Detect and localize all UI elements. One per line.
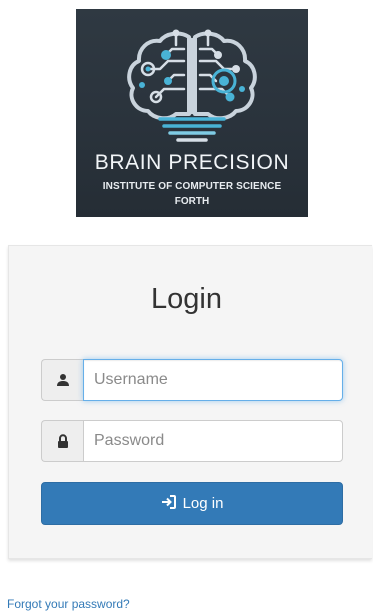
brain-circuit-icon bbox=[127, 29, 257, 142]
sign-in-icon bbox=[161, 494, 176, 513]
lock-icon bbox=[41, 420, 83, 462]
user-icon bbox=[41, 359, 83, 401]
username-input[interactable] bbox=[83, 359, 343, 401]
login-heading: Login bbox=[151, 283, 222, 315]
login-button[interactable]: Log in bbox=[41, 482, 343, 525]
logo-subtitle-forth: FORTH bbox=[174, 196, 210, 207]
logo-title: BRAIN PRECISION bbox=[94, 151, 290, 174]
forgot-password-link[interactable]: Forgot your password? bbox=[7, 597, 130, 611]
username-input-group bbox=[41, 359, 343, 401]
password-input-group bbox=[41, 420, 343, 462]
logo-subtitle-institute: INSTITUTE OF COMPUTER SCIENCE bbox=[102, 181, 282, 192]
login-button-label: Log in bbox=[182, 495, 224, 512]
brain-precision-logo: BRAIN PRECISION INSTITUTE OF COMPUTER SC… bbox=[76, 9, 308, 217]
password-input[interactable] bbox=[83, 420, 343, 462]
